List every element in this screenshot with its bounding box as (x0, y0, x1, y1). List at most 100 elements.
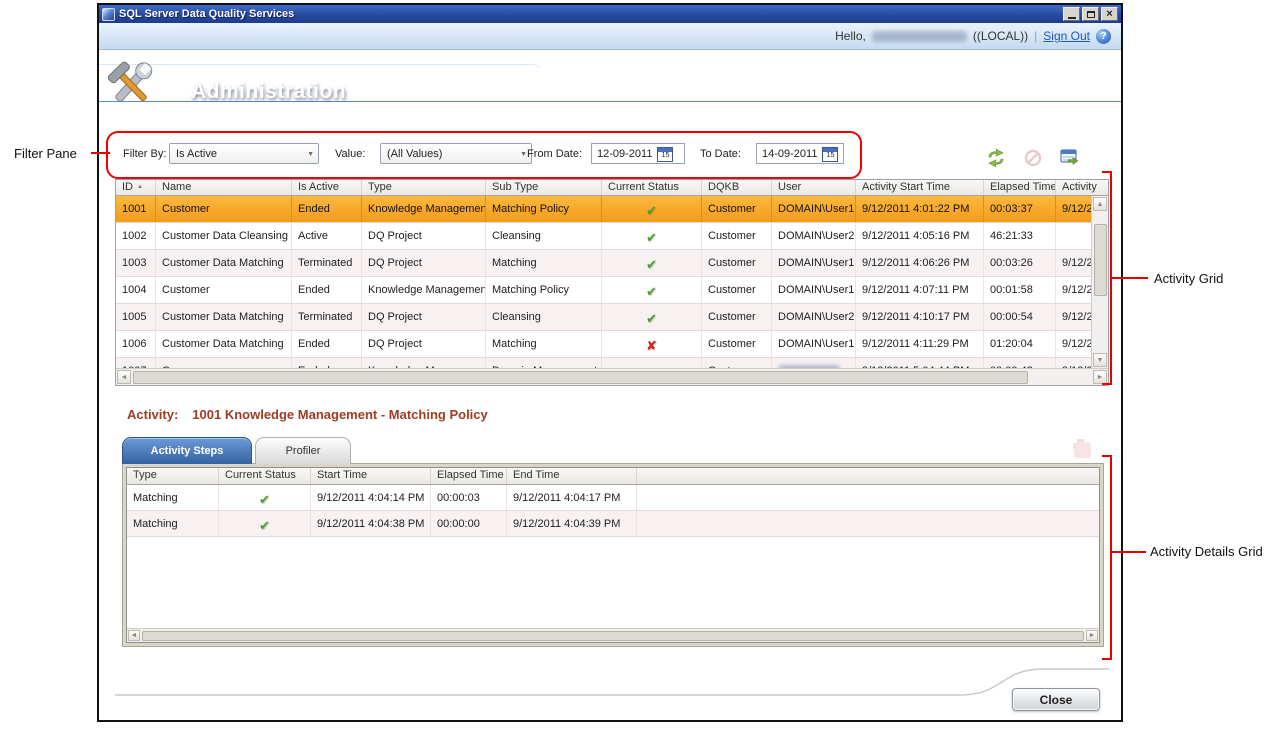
details-heading-label: Activity: (127, 407, 178, 422)
scrollbar-thumb[interactable] (1094, 224, 1107, 296)
scroll-left-icon[interactable]: ◄ (128, 630, 140, 641)
success-status-icon: ✔ (259, 518, 270, 533)
column-header-id[interactable]: ID▲ (116, 180, 156, 195)
cell-status: ✘ (602, 331, 702, 357)
cell-status: ✔ (602, 358, 702, 368)
annotation-line (91, 152, 110, 154)
cell-end-time: 9/12/2011 4:04:39 PM (507, 511, 637, 536)
success-status-icon: ✔ (646, 203, 657, 218)
value-label: Value: (335, 148, 365, 160)
help-icon[interactable]: ? (1096, 29, 1111, 44)
column-header-elapsed-time[interactable]: Elapsed Time (431, 468, 507, 484)
column-header-activity[interactable]: Activity (1056, 180, 1108, 195)
footer-swoosh (115, 657, 1109, 699)
cell-type: Knowledge Management (362, 358, 486, 368)
scroll-right-icon[interactable]: ► (1093, 370, 1107, 384)
details-grid-header: TypeCurrent StatusStart TimeElapsed Time… (127, 468, 1099, 485)
calendar-icon[interactable]: 15 (822, 147, 838, 162)
calendar-icon[interactable]: 15 (657, 147, 673, 162)
to-date-label: To Date: (700, 148, 741, 160)
from-date-value: 12-09-2011 (597, 148, 652, 163)
annotation-activity-details-grid: Activity Details Grid (1150, 544, 1263, 559)
from-date-input[interactable]: 12-09-2011 15 (591, 143, 685, 164)
column-header-current-status[interactable]: Current Status (602, 180, 702, 195)
window-title: SQL Server Data Quality Services (119, 8, 1063, 20)
cell-user: DOMAIN\User2 (772, 223, 856, 249)
activity-row[interactable]: 1001CustomerEndedKnowledge ManagementMat… (116, 196, 1091, 223)
close-window-button[interactable]: × (1101, 7, 1118, 21)
cell-end-time: 9/12/2 (1056, 358, 1091, 368)
scroll-left-icon[interactable]: ◄ (117, 370, 131, 384)
activity-step-row[interactable]: Matching✔9/12/2011 4:04:14 PM00:00:039/1… (127, 485, 1099, 511)
column-header-dqkb[interactable]: DQKB (702, 180, 772, 195)
to-date-input[interactable]: 14-09-2011 15 (756, 143, 844, 164)
title-bar: SQL Server Data Quality Services × (99, 5, 1121, 23)
cell-id: 1002 (116, 223, 156, 249)
close-button[interactable]: Close (1012, 688, 1100, 711)
cell-start-time: 9/12/2011 4:04:14 PM (311, 485, 431, 510)
sign-out-link[interactable]: Sign Out (1043, 29, 1090, 43)
column-header-current-status[interactable]: Current Status (219, 468, 311, 484)
activity-details-heading: Activity:1001 Knowledge Management - Mat… (127, 407, 488, 422)
scroll-right-icon[interactable]: ► (1086, 630, 1098, 641)
restore-button[interactable] (1082, 7, 1099, 21)
cell-id: 1007 (116, 358, 156, 368)
horizontal-scrollbar[interactable]: ◄ ► (127, 628, 1099, 642)
success-status-icon: ✔ (646, 284, 657, 299)
column-header-user[interactable]: User (772, 180, 856, 195)
activity-row-partial[interactable]: 1007CuEndedKnowledge ManagementDomain Ma… (116, 358, 1091, 368)
banner-context-strip: Activity: Activity Monitoring (99, 101, 1121, 122)
activity-row[interactable]: 1003Customer Data MatchingTerminatedDQ P… (116, 250, 1091, 277)
tab-profiler[interactable]: Profiler (255, 437, 351, 464)
cell-id: 1004 (116, 277, 156, 303)
cell-user: DOMAIN\User1 (772, 331, 856, 357)
cell-end-time (1056, 223, 1091, 249)
cell-name: Customer (156, 196, 292, 222)
column-header-end-time[interactable]: End Time (507, 468, 637, 484)
filter-by-label: Filter By: (123, 148, 166, 160)
cell-start-time: 9/12/2011 4:06:26 PM (856, 250, 984, 276)
activity-row[interactable]: 1005Customer Data MatchingTerminatedDQ P… (116, 304, 1091, 331)
activity-row[interactable]: 1002Customer Data CleansingActiveDQ Proj… (116, 223, 1091, 250)
scrollbar-thumb[interactable] (142, 631, 1084, 641)
scroll-down-icon[interactable]: ▼ (1093, 353, 1107, 367)
cell-type: DQ Project (362, 250, 486, 276)
column-header-type[interactable]: Type (127, 468, 219, 484)
cell-status: ✔ (602, 196, 702, 222)
refresh-icon[interactable] (985, 148, 1007, 168)
scroll-up-icon[interactable]: ▲ (1093, 197, 1107, 211)
cell-status: ✔ (219, 511, 311, 536)
cell-status: ✔ (602, 250, 702, 276)
activity-row[interactable]: 1006Customer Data MatchingEndedDQ Projec… (116, 331, 1091, 358)
column-header-is-active[interactable]: Is Active (292, 180, 362, 195)
cell-is-active: Ended (292, 277, 362, 303)
activity-row[interactable]: 1004CustomerEndedKnowledge ManagementMat… (116, 277, 1091, 304)
cell-status: ✔ (602, 223, 702, 249)
cell-id: 1001 (116, 196, 156, 222)
activity-step-row[interactable]: Matching✔9/12/2011 4:04:38 PM00:00:009/1… (127, 511, 1099, 537)
tab-activity-steps[interactable]: Activity Steps (122, 437, 252, 464)
vertical-scrollbar[interactable]: ▲ ▼ (1091, 196, 1108, 368)
column-header-sub-type[interactable]: Sub Type (486, 180, 602, 195)
scrollbar-thumb[interactable] (133, 371, 1028, 384)
activity-details-grid: TypeCurrent StatusStart TimeElapsed Time… (126, 467, 1100, 643)
column-header-start-time[interactable]: Start Time (311, 468, 431, 484)
value-select[interactable]: (All Values) ▼ (380, 143, 532, 164)
export-icon[interactable] (1059, 148, 1081, 168)
column-header-elapsed-time[interactable]: Elapsed Time (984, 180, 1056, 195)
cell-elapsed: 00:01:58 (984, 277, 1056, 303)
cell-end-time: 9/12/20 (1056, 331, 1091, 357)
minimize-button[interactable] (1063, 7, 1080, 21)
column-header-activity-start-time[interactable]: Activity Start Time (856, 180, 984, 195)
cell-dqkb: Customer (702, 223, 772, 249)
details-grid-body: Matching✔9/12/2011 4:04:14 PM00:00:039/1… (127, 485, 1099, 628)
separator: | (1034, 29, 1037, 43)
activity-grid: ID▲NameIs ActiveTypeSub TypeCurrent Stat… (115, 179, 1109, 386)
cell-start-time: 9/12/2011 4:10:17 PM (856, 304, 984, 330)
column-header-name[interactable]: Name (156, 180, 292, 195)
column-header-type[interactable]: Type (362, 180, 486, 195)
filter-by-select[interactable]: Is Active ▼ (169, 143, 319, 164)
annotation-bracket (1110, 455, 1112, 660)
horizontal-scrollbar[interactable]: ◄ ► (116, 368, 1108, 385)
cell-type: Knowledge Management (362, 277, 486, 303)
